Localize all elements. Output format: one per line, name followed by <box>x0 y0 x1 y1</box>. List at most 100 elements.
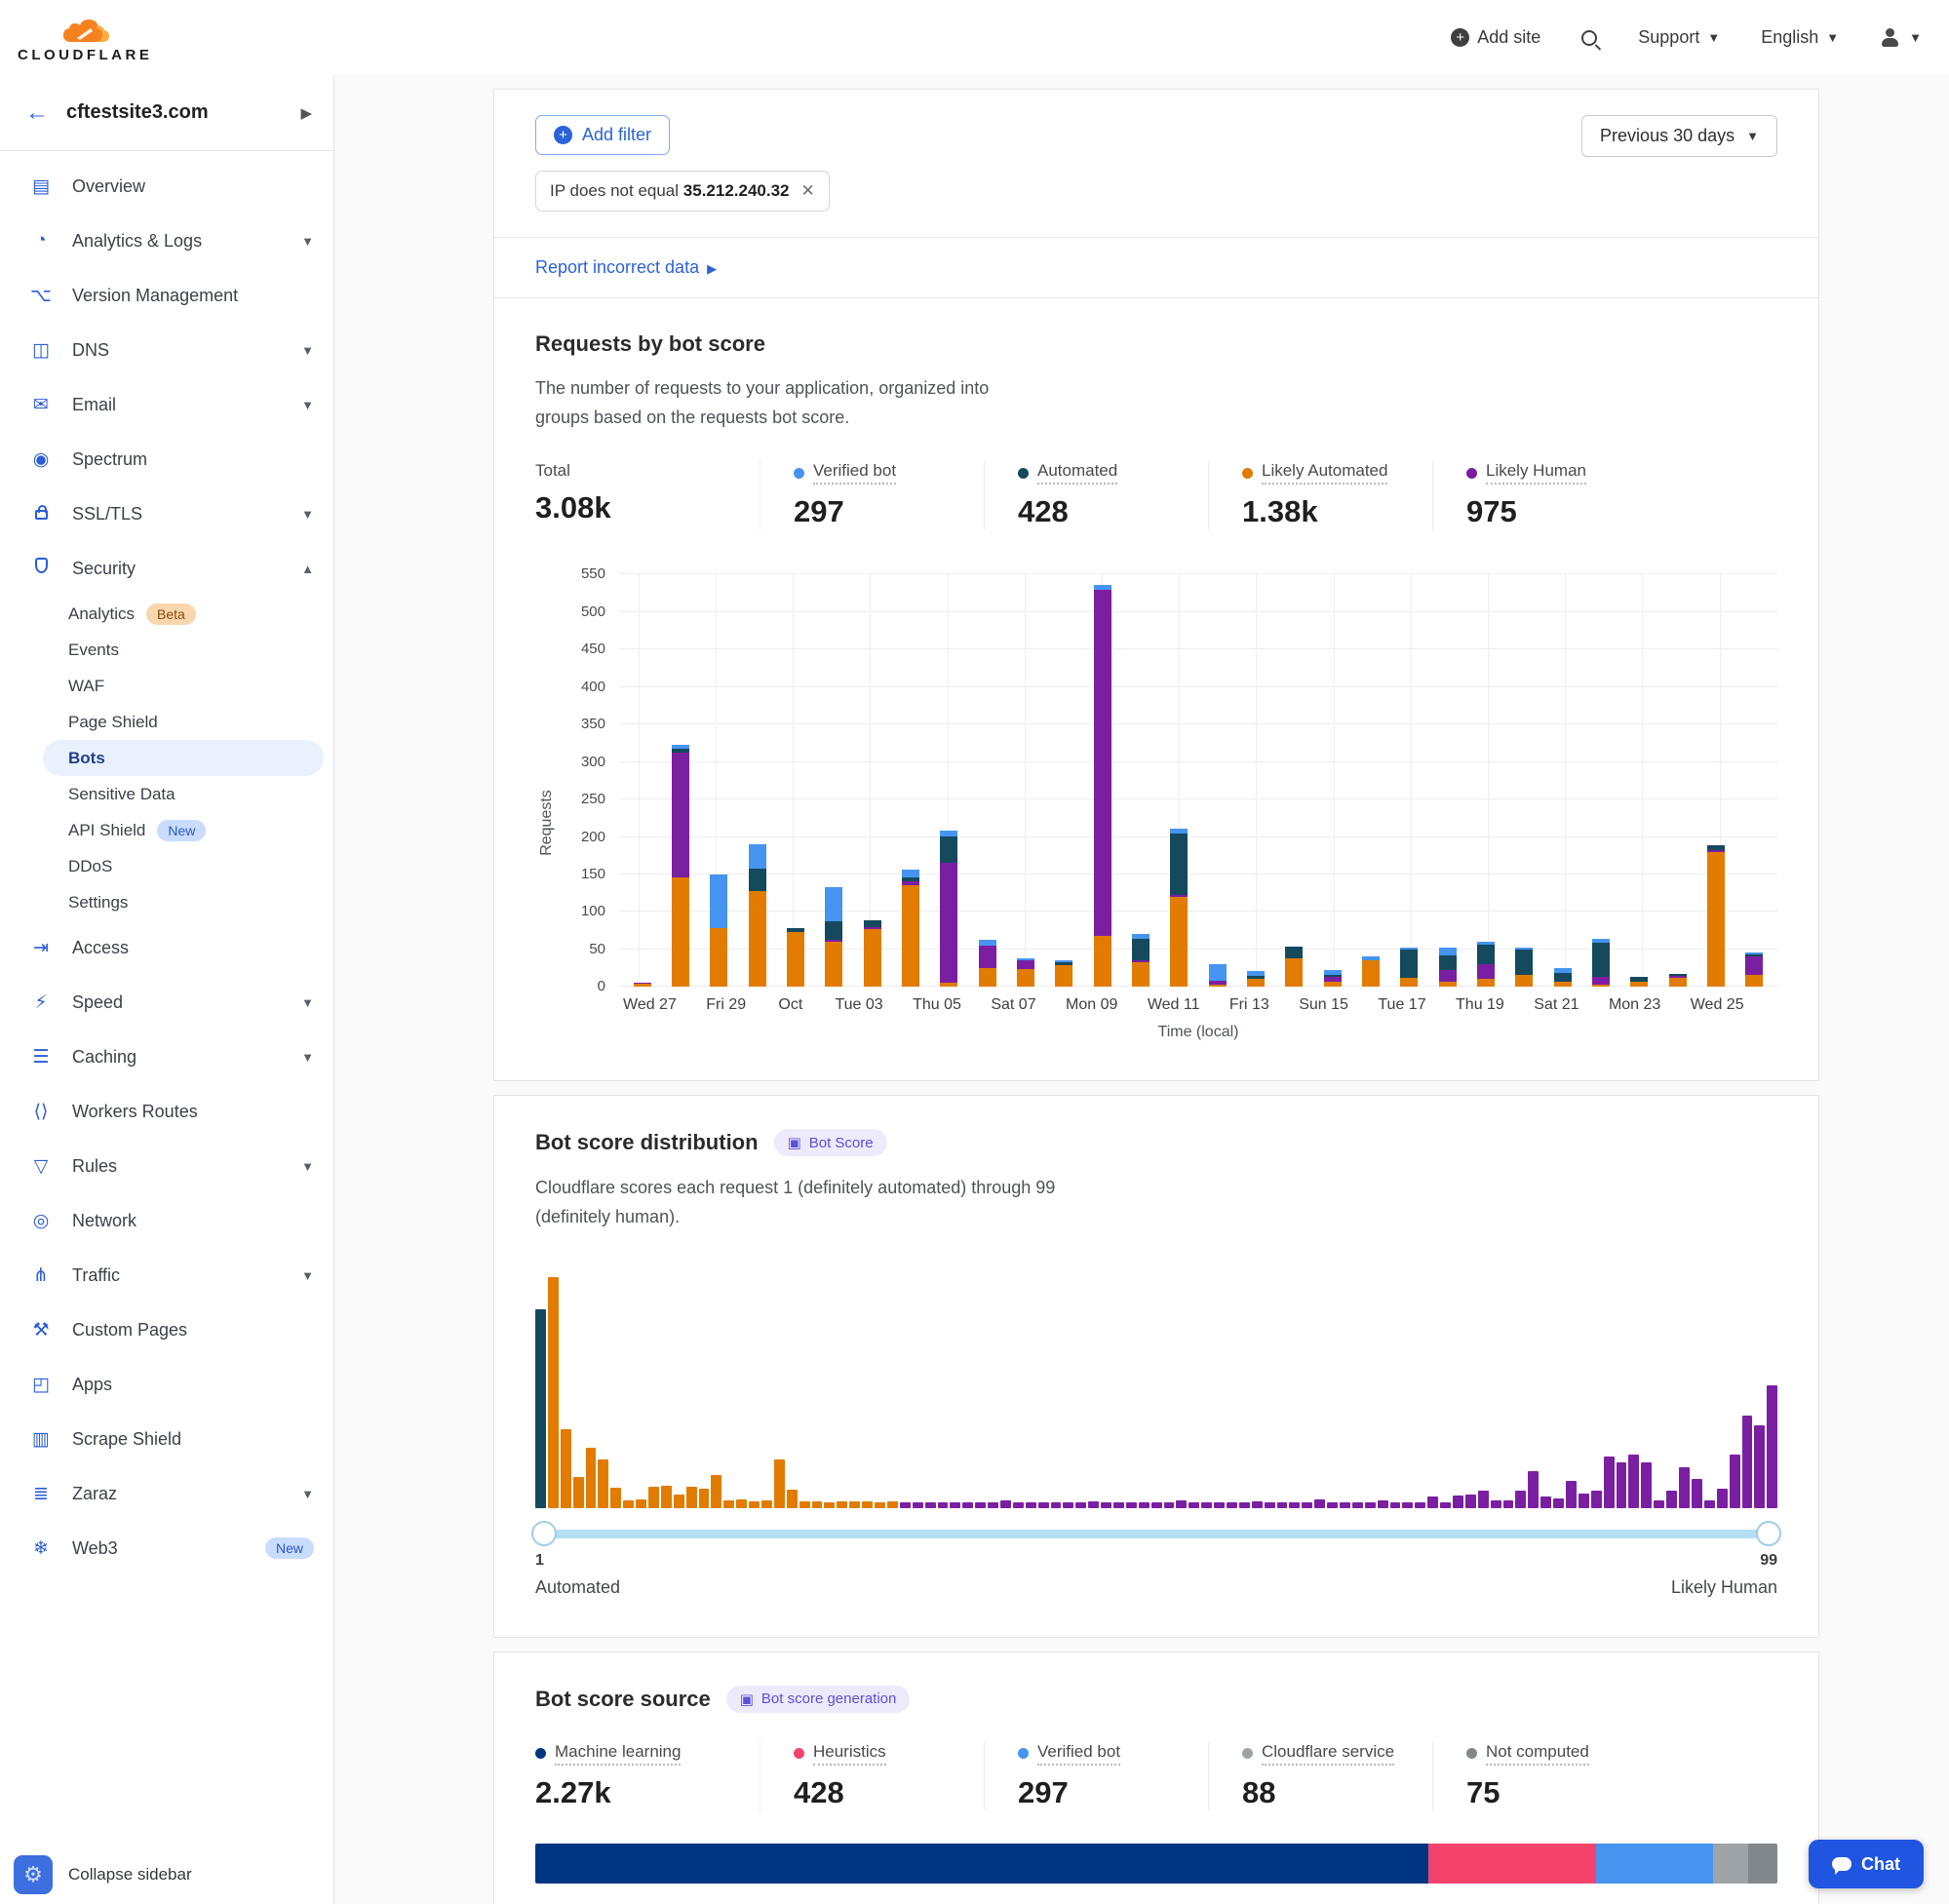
chat-button[interactable]: Chat <box>1809 1840 1924 1888</box>
stat-value: 297 <box>1018 1775 1175 1810</box>
source-stacked-bar <box>535 1844 1777 1884</box>
likely_automated-segment <box>1017 969 1034 987</box>
histogram-bar-score-8 <box>623 1500 634 1508</box>
histogram-bar-score-1 <box>535 1309 546 1508</box>
sidebar-item-analytics-logs[interactable]: ◔Analytics & Logs▼ <box>0 214 333 268</box>
sidebar-item-ddos[interactable]: DDoS <box>0 848 333 884</box>
sidebar-item-events[interactable]: Events <box>0 632 333 668</box>
sidebar-item-custom-pages[interactable]: ⚒Custom Pages <box>0 1302 333 1357</box>
slider-handle-min[interactable] <box>531 1521 557 1546</box>
sidebar-item-page-shield[interactable]: Page Shield <box>0 704 333 740</box>
histogram-bar-score-97 <box>1742 1416 1753 1508</box>
cloudflare-logo[interactable]: CLOUDFLARE <box>18 13 152 62</box>
bot-score-generation-badge[interactable]: ▣ Bot score generation <box>726 1686 911 1713</box>
x-tick-label: Tue 03 <box>835 996 882 1014</box>
sidebar-item-traffic[interactable]: ⋔Traffic▼ <box>0 1248 333 1302</box>
sidebar-item-spectrum[interactable]: ◉Spectrum <box>0 432 333 486</box>
network-icon: ◎ <box>29 1210 53 1232</box>
sidebar-item-settings[interactable]: Settings <box>0 884 333 920</box>
sidebar-item-rules[interactable]: ▽Rules▼ <box>0 1139 333 1193</box>
add-site-button[interactable]: + Add site <box>1451 27 1540 48</box>
histogram-bar-score-41 <box>1038 1502 1049 1508</box>
site-switcher-caret-icon[interactable]: ▶ <box>300 104 312 122</box>
bot-score-badge[interactable]: ▣ Bot Score <box>774 1129 887 1156</box>
sidebar-item-waf[interactable]: WAF <box>0 668 333 704</box>
gear-icon[interactable]: ⚙ <box>14 1855 53 1894</box>
report-incorrect-data-link[interactable]: Report incorrect data▶ <box>535 257 717 277</box>
site-name[interactable]: cftestsite3.com <box>66 101 283 124</box>
sidebar-item-workers-routes[interactable]: ⟨⟩Workers Routes <box>0 1084 333 1139</box>
section-description: Cloudflare scores each request 1 (defini… <box>535 1174 1081 1231</box>
sidebar-item-web3[interactable]: ❄Web3New <box>0 1521 333 1575</box>
verified_bot-segment <box>825 887 842 921</box>
likely_automated-segment <box>979 968 996 987</box>
remove-filter-icon[interactable]: ✕ <box>801 181 815 201</box>
sidebar-item-email[interactable]: ✉Email▼ <box>0 377 333 432</box>
filter-chip[interactable]: IP does not equal 35.212.240.32 ✕ <box>535 171 830 212</box>
date-range-label: Previous 30 days <box>1600 126 1735 146</box>
sidebar-item-bots[interactable]: Bots <box>43 740 324 776</box>
chevron-down-icon: ▼ <box>301 1487 314 1501</box>
sidebar-item-api-shield[interactable]: API ShieldNew <box>0 812 333 848</box>
histogram-bar-score-16 <box>723 1500 734 1508</box>
top-header: CLOUDFLARE + Add site Support ▼ English … <box>0 0 1949 75</box>
scrape-shield-icon: ▥ <box>29 1428 53 1451</box>
sidebar-item-apps[interactable]: ◰Apps <box>0 1357 333 1412</box>
sidebar-item-speed[interactable]: ⚡Speed▼ <box>0 975 333 1030</box>
stacked-bar-9 <box>940 831 957 987</box>
chevron-down-icon: ▼ <box>301 343 314 358</box>
support-menu[interactable]: Support ▼ <box>1638 27 1720 48</box>
sidebar-item-network[interactable]: ◎Network <box>0 1193 333 1248</box>
add-site-label: Add site <box>1477 27 1540 48</box>
score-range-slider[interactable] <box>535 1530 1777 1538</box>
histogram-bar-score-56 <box>1227 1502 1237 1508</box>
sidebar-item-access[interactable]: ⇥Access <box>0 920 333 975</box>
requests-stats-row: Total3.08kVerified bot297Automated428Lik… <box>535 461 1777 529</box>
sidebar-item-scrape-shield[interactable]: ▥Scrape Shield <box>0 1412 333 1466</box>
verified_bot-segment <box>1439 948 1457 955</box>
automated-segment <box>1132 939 1150 960</box>
histogram-bar-score-25 <box>837 1501 847 1508</box>
histogram-bar-score-18 <box>749 1501 760 1508</box>
histogram-bar-score-81 <box>1540 1496 1551 1508</box>
stacked-bar-17 <box>1247 971 1265 987</box>
stacked-bar-1 <box>634 983 651 987</box>
histogram-bar-score-84 <box>1579 1494 1589 1508</box>
add-filter-button[interactable]: + Add filter <box>535 115 670 155</box>
x-tick-label: Mon 23 <box>1609 996 1660 1014</box>
sidebar-item-security[interactable]: Security▲ <box>0 541 333 596</box>
histogram-bar-score-24 <box>824 1502 835 1508</box>
likely_automated-segment <box>1324 982 1342 987</box>
histogram-bar-score-73 <box>1440 1502 1451 1508</box>
collapse-sidebar[interactable]: ⚙ Collapse sidebar <box>14 1855 192 1894</box>
section-description: The number of requests to your applicati… <box>535 374 1042 432</box>
likely_human-segment <box>1017 960 1034 969</box>
sidebar-item-caching[interactable]: ☰Caching▼ <box>0 1030 333 1084</box>
sidebar-item-sensitive-data[interactable]: Sensitive Data <box>0 776 333 812</box>
sidebar-item-version-management[interactable]: ⌥Version Management <box>0 268 333 323</box>
likely_human-segment <box>1477 964 1495 979</box>
stat-value: 2.27k <box>535 1775 726 1810</box>
requests-bar-chart: Requests 0501001502002503003504004505005… <box>535 574 1777 1041</box>
user-icon <box>1880 28 1901 48</box>
beta-badge: Beta <box>146 603 196 625</box>
sidebar-item-overview[interactable]: ▤Overview <box>0 159 333 214</box>
stacked-bar-22 <box>1439 948 1457 987</box>
histogram-bar-score-43 <box>1063 1502 1073 1508</box>
sidebar-item-zaraz[interactable]: ≣Zaraz▼ <box>0 1466 333 1521</box>
chevron-down-icon: ▼ <box>301 507 314 522</box>
x-axis-title: Time (local) <box>619 1024 1777 1041</box>
slider-handle-max[interactable] <box>1756 1521 1781 1546</box>
back-arrow-icon[interactable]: ← <box>25 99 49 127</box>
likely_human-segment <box>940 863 957 983</box>
language-menu[interactable]: English ▼ <box>1761 27 1839 48</box>
sidebar-item-ssl-tls[interactable]: SSL/TLS▼ <box>0 486 333 541</box>
account-menu[interactable]: ▼ <box>1880 28 1922 48</box>
likely_automated-segment <box>902 885 919 987</box>
histogram-bar-score-57 <box>1239 1502 1250 1508</box>
date-range-select[interactable]: Previous 30 days ▼ <box>1581 115 1777 157</box>
wrench-icon: ⚒ <box>29 1319 53 1341</box>
sidebar-item-analytics[interactable]: AnalyticsBeta <box>0 596 333 632</box>
sidebar-item-dns[interactable]: ◫DNS▼ <box>0 323 333 377</box>
search-button[interactable] <box>1581 30 1597 46</box>
